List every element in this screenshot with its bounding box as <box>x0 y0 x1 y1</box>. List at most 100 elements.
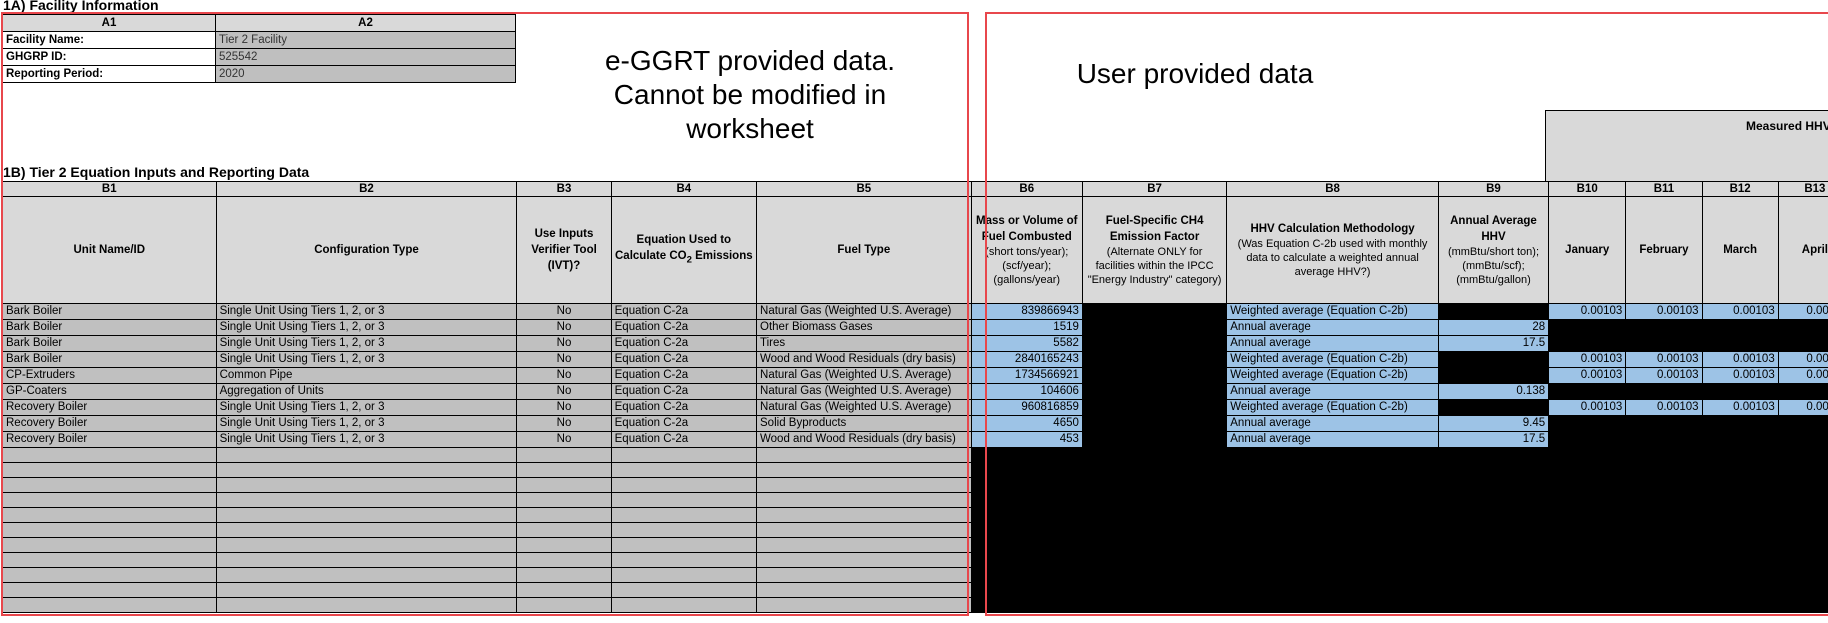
january-hhv-input[interactable]: 0.00103 <box>1548 367 1627 384</box>
empty-cell[interactable] <box>1226 462 1439 478</box>
empty-cell[interactable] <box>1226 582 1439 598</box>
empty-cell[interactable] <box>1226 447 1439 463</box>
empty-cell <box>215 462 518 478</box>
empty-cell <box>1701 507 1779 523</box>
empty-cell[interactable] <box>1226 552 1439 568</box>
empty-cell[interactable] <box>1226 522 1439 538</box>
fuel-mass-input[interactable]: 4650 <box>970 415 1083 432</box>
hhv-method-select[interactable]: Weighted average (Equation C-2b) <box>1226 399 1439 416</box>
empty-cell <box>2 537 217 553</box>
february-hhv-input[interactable]: 0.00103 <box>1625 367 1703 384</box>
empty-cell[interactable] <box>1226 477 1439 493</box>
empty-cell <box>756 492 972 508</box>
empty-cell <box>215 597 518 613</box>
empty-cell <box>215 567 518 583</box>
empty-cell[interactable] <box>970 537 1083 553</box>
empty-cell <box>2 567 217 583</box>
col-letter-b9: B9 <box>1437 181 1550 197</box>
empty-cell <box>1701 462 1779 478</box>
annual-hhv-input[interactable]: 28 <box>1437 319 1550 336</box>
fuel-mass-input[interactable]: 104606 <box>970 383 1083 400</box>
fuel-mass-input[interactable]: 1519 <box>970 319 1083 336</box>
fuel-mass-input[interactable]: 5582 <box>970 335 1083 352</box>
empty-cell[interactable] <box>970 492 1083 508</box>
empty-cell <box>610 567 758 583</box>
empty-cell[interactable] <box>970 522 1083 538</box>
january-hhv-cell <box>1548 335 1627 352</box>
table-row: Bark Boiler Single Unit Using Tiers 1, 2,… <box>2 335 1828 352</box>
empty-cell <box>1625 567 1703 583</box>
january-hhv-input[interactable]: 0.00103 <box>1548 303 1627 320</box>
hhv-method-select[interactable]: Annual average <box>1226 335 1439 352</box>
empty-cell[interactable] <box>1226 597 1439 613</box>
march-hhv-input[interactable]: 0.00103 <box>1701 303 1779 320</box>
fuel-mass-input[interactable]: 839866943 <box>970 303 1083 320</box>
annual-hhv-input[interactable]: 0.138 <box>1437 383 1550 400</box>
fuel-type-cell: Solid Byproducts <box>756 415 972 432</box>
empty-cell <box>1701 522 1779 538</box>
reporting-period-value[interactable]: 2020 <box>215 65 516 83</box>
empty-cell[interactable] <box>970 582 1083 598</box>
march-hhv-input[interactable]: 0.00103 <box>1701 399 1779 416</box>
empty-cell <box>610 582 758 598</box>
empty-cell[interactable] <box>970 477 1083 493</box>
empty-cell[interactable] <box>970 507 1083 523</box>
fuel-mass-input[interactable]: 1734566921 <box>970 367 1083 384</box>
col-a1-header: A1 <box>2 14 216 32</box>
empty-cell[interactable] <box>1226 507 1439 523</box>
col-letter-b4: B4 <box>610 181 758 197</box>
facility-name-value[interactable]: Tier 2 Facility <box>215 31 516 49</box>
annual-hhv-input[interactable]: 17.5 <box>1437 335 1550 352</box>
january-hhv-input[interactable]: 0.00103 <box>1548 399 1627 416</box>
april-hhv-input[interactable]: 0.00103 <box>1777 367 1828 384</box>
tier2-section-title: 1B) Tier 2 Equation Inputs and Reporting… <box>3 164 310 180</box>
hhv-method-select[interactable]: Annual average <box>1226 383 1439 400</box>
fuel-type-cell: Tires <box>756 335 972 352</box>
march-hhv-input[interactable]: 0.00103 <box>1701 367 1779 384</box>
ghgrp-id-value[interactable]: 525542 <box>215 48 516 66</box>
empty-cell[interactable] <box>970 597 1083 613</box>
fuel-type-cell: Natural Gas (Weighted U.S. Average) <box>756 367 972 384</box>
february-hhv-input[interactable]: 0.00103 <box>1625 303 1703 320</box>
january-hhv-input[interactable]: 0.00103 <box>1548 351 1627 368</box>
empty-cell[interactable] <box>970 447 1083 463</box>
february-hhv-input[interactable]: 0.00103 <box>1625 351 1703 368</box>
hhv-method-select[interactable]: Annual average <box>1226 415 1439 432</box>
ivt-cell: No <box>516 351 612 368</box>
empty-cell <box>1548 507 1627 523</box>
hhv-method-select[interactable]: Weighted average (Equation C-2b) <box>1226 351 1439 368</box>
annual-hhv-input[interactable]: 9.45 <box>1437 415 1550 432</box>
empty-cell <box>1701 582 1779 598</box>
empty-cell <box>756 447 972 463</box>
march-header: March <box>1701 196 1779 304</box>
fuel-mass-input[interactable]: 960816859 <box>970 399 1083 416</box>
fuel-mass-input[interactable]: 2840165243 <box>970 351 1083 368</box>
table-row: Bark Boiler Single Unit Using Tiers 1, 2,… <box>2 351 1828 368</box>
empty-cell[interactable] <box>1226 567 1439 583</box>
march-hhv-input[interactable]: 0.00103 <box>1701 351 1779 368</box>
empty-cell <box>2 597 217 613</box>
hhv-method-select[interactable]: Annual average <box>1226 319 1439 336</box>
hhv-method-select[interactable]: Weighted average (Equation C-2b) <box>1226 367 1439 384</box>
april-hhv-input[interactable]: 0.00103 <box>1777 399 1828 416</box>
empty-cell[interactable] <box>970 462 1083 478</box>
empty-cell[interactable] <box>970 552 1083 568</box>
annual-hhv-input[interactable]: 17.5 <box>1437 431 1550 448</box>
measured-hhv-label: Measured HHV <box>1746 119 1828 133</box>
empty-cell <box>1437 597 1550 613</box>
hhv-method-select[interactable]: Annual average <box>1226 431 1439 448</box>
april-hhv-input[interactable]: 0.00103 <box>1777 351 1828 368</box>
fuel-mass-input[interactable]: 453 <box>970 431 1083 448</box>
table-row: GP-Coaters Aggregation of Units No Equation… <box>2 383 1828 400</box>
april-hhv-input[interactable]: 0.00103 <box>1777 303 1828 320</box>
fuel-mass-header-main: Mass or Volume of Fuel Combusted <box>976 215 1078 243</box>
table-row: CP-Extruders Common Pipe No Equation C-2a Na… <box>2 367 1828 384</box>
february-hhv-input[interactable]: 0.00103 <box>1625 399 1703 416</box>
empty-cell <box>1081 552 1228 568</box>
empty-cell[interactable] <box>1226 492 1439 508</box>
hhv-method-select[interactable]: Weighted average (Equation C-2b) <box>1226 303 1439 320</box>
empty-cell[interactable] <box>1226 537 1439 553</box>
empty-cell <box>1548 522 1627 538</box>
empty-cell <box>610 447 758 463</box>
empty-cell[interactable] <box>970 567 1083 583</box>
